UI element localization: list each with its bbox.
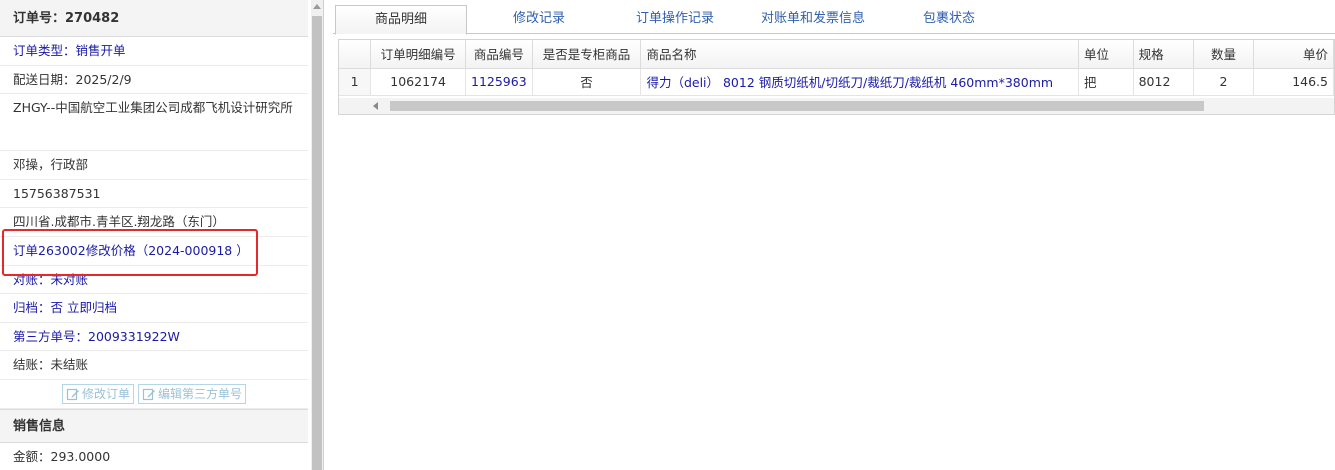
delivery-address: 四川省.成都市.青羊区.翔龙路（东门） (0, 208, 308, 237)
edit-order-label: 修改订单 (81, 386, 130, 401)
edit-order-button[interactable]: 修改订单 (61, 383, 134, 404)
order-info-content: 订单号：270482 订单类型：销售开单 配送日期：2025/2/9 ZHGY-… (0, 0, 308, 470)
tab-product-details[interactable]: 商品明细 (335, 5, 467, 35)
order-type: 订单类型：销售开单 (0, 37, 308, 66)
counter-product-cell: 否 (532, 68, 642, 96)
third-party-number: 第三方单号：2009331922W (0, 323, 308, 351)
contact-phone: 15756387531 (0, 180, 308, 208)
edit-icon (66, 388, 79, 400)
horizontal-scrollbar[interactable] (339, 98, 1334, 114)
horizontal-scrollbar-thumb[interactable] (390, 101, 1204, 111)
column-header-rownum (339, 40, 372, 69)
sales-amount: 金额：293.0000 (0, 443, 308, 470)
detail-id-cell: 1062174 (370, 68, 466, 96)
order-info-panel: 订单号：270482 订单类型：销售开单 配送日期：2025/2/9 ZHGY-… (0, 0, 324, 470)
row-number: 1 (339, 68, 372, 96)
column-header-quantity[interactable]: 数量 (1193, 40, 1254, 69)
scrollbar-thumb[interactable] (312, 16, 322, 470)
unit-price-cell: 146.5 (1253, 68, 1335, 96)
column-header-product-id[interactable]: 商品编号 (465, 40, 533, 69)
column-header-unit[interactable]: 单位 (1078, 40, 1134, 69)
column-header-detail-id[interactable]: 订单明细编号 (370, 40, 466, 69)
edit-third-party-label: 编辑第三方单号 (158, 386, 243, 401)
delivery-date: 配送日期：2025/2/9 (0, 66, 308, 94)
quantity-cell: 2 (1193, 68, 1254, 96)
product-id-link[interactable]: 1125963 (465, 68, 533, 96)
edit-third-party-button[interactable]: 编辑第三方单号 (138, 383, 247, 404)
scroll-left-icon[interactable] (373, 102, 378, 110)
scroll-up-icon[interactable] (313, 4, 321, 9)
tab-edit-history[interactable]: 修改记录 (485, 5, 593, 34)
customer-name: ZHGY--中国航空工业集团公司成都飞机设计研究所 (0, 94, 308, 151)
archive-row: 归档：否 立即归档 (0, 294, 308, 323)
reconcile-status: 对账：未对账 (0, 266, 308, 294)
unit-cell: 把 (1078, 68, 1134, 96)
sales-info-header: 销售信息 (0, 408, 308, 443)
edit-icon (142, 388, 155, 400)
tab-order-operations[interactable]: 订单操作记录 (615, 5, 735, 34)
detail-panel: 商品明细 修改记录 订单操作记录 对账单和发票信息 包裹状态 订单明细编号 商品… (333, 0, 1335, 470)
order-action-buttons: 修改订单 编辑第三方单号 (0, 380, 308, 409)
column-header-spec[interactable]: 规格 (1133, 40, 1195, 69)
product-name-link[interactable]: 得力（deli） 8012 钢质切纸机/切纸刀/裁纸刀/裁纸机 460mm*38… (640, 68, 1079, 96)
product-grid: 订单明细编号 商品编号 是否是专柜商品 商品名称 单位 规格 数量 单价 1 1… (338, 39, 1335, 115)
archive-label: 归档： (13, 300, 51, 315)
column-header-counter-product[interactable]: 是否是专柜商品 (532, 40, 642, 69)
tab-statement-invoice[interactable]: 对账单和发票信息 (739, 5, 887, 34)
left-panel-scrollbar[interactable] (311, 0, 323, 470)
price-change-link[interactable]: 订单263002修改价格（2024-000918 ） (0, 237, 308, 266)
column-header-product-name[interactable]: 商品名称 (640, 40, 1079, 69)
order-number: 订单号：270482 (0, 0, 308, 37)
contact-person: 邓操，行政部 (0, 151, 308, 180)
table-header-row: 订单明细编号 商品编号 是否是专柜商品 商品名称 单位 规格 数量 单价 (339, 40, 1335, 69)
archive-now-link[interactable]: 否 立即归档 (51, 300, 117, 315)
spec-cell: 8012 (1133, 68, 1195, 96)
settlement-status: 结账：未结账 (0, 351, 308, 380)
column-header-unit-price[interactable]: 单价 (1253, 40, 1335, 69)
tab-package-status[interactable]: 包裹状态 (903, 5, 995, 34)
tab-bar: 商品明细 修改记录 订单操作记录 对账单和发票信息 包裹状态 (333, 5, 1335, 35)
product-table: 订单明细编号 商品编号 是否是专柜商品 商品名称 单位 规格 数量 单价 1 1… (339, 40, 1335, 96)
table-row[interactable]: 1 1062174 1125963 否 得力（deli） 8012 钢质切纸机/… (339, 68, 1335, 96)
